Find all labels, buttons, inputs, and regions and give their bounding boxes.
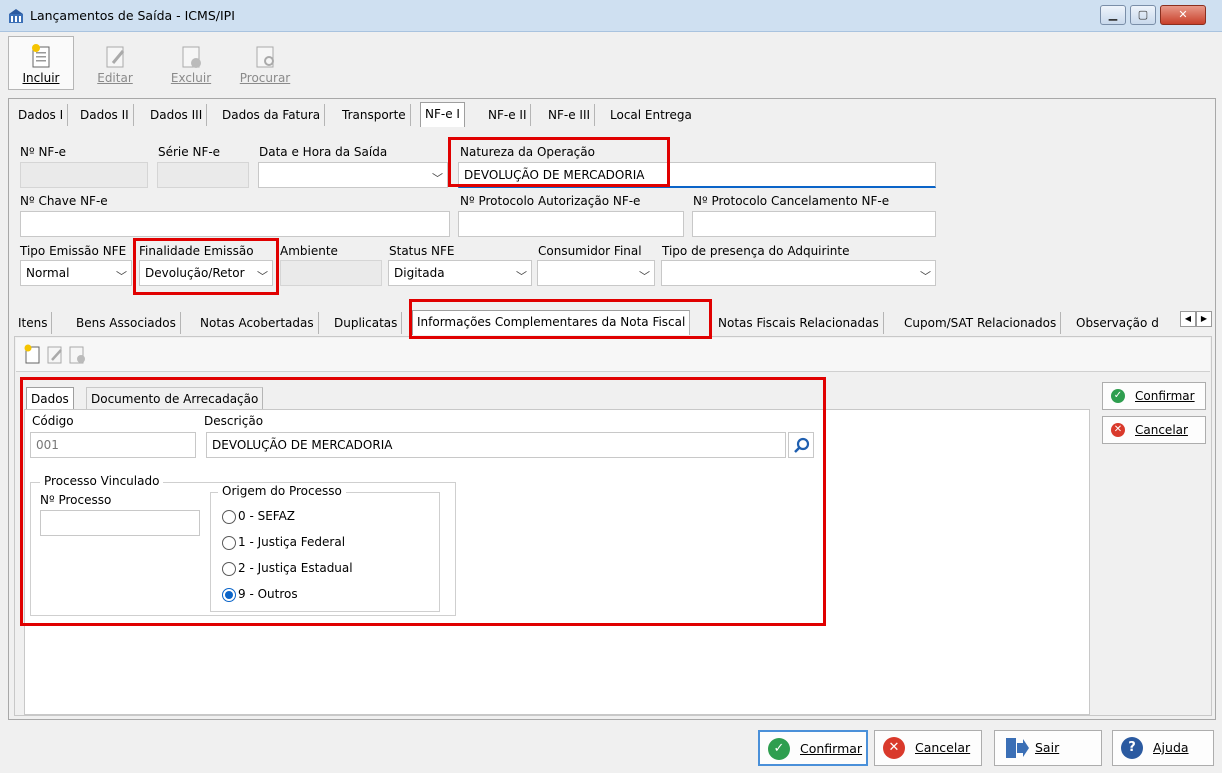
tab-nfe-iii[interactable]: NF-e III <box>544 104 596 126</box>
tab-bens-associados[interactable]: Bens Associados <box>72 312 181 334</box>
delete-record-icon[interactable] <box>68 344 86 364</box>
toolbar: Incluir Editar Excluir Procurar <box>0 32 1222 94</box>
delete-document-icon <box>182 46 201 68</box>
tab-transporte[interactable]: Transporte <box>338 104 411 126</box>
highlight-finalidade <box>133 238 279 295</box>
highlight-dados-panel <box>20 377 826 626</box>
tab-nfe-i[interactable]: NF-e I <box>420 102 465 127</box>
highlight-info-complementares-tab <box>409 299 712 339</box>
chevron-down-icon: ﹀ <box>920 270 931 283</box>
highlight-natureza <box>448 137 670 187</box>
tipo-emissao-select[interactable]: Normal ﹀ <box>20 260 132 286</box>
status-label: Status NFE <box>389 244 455 258</box>
editar-button[interactable]: Editar <box>82 36 148 90</box>
minimize-button[interactable]: ▁ <box>1100 5 1126 25</box>
procurar-button[interactable]: Procurar <box>232 36 298 90</box>
tab-scroll-right-button[interactable]: ▶ <box>1196 311 1212 327</box>
serie-nfe-label: Série NF-e <box>158 145 221 159</box>
close-button[interactable]: ✕ <box>1160 5 1206 25</box>
num-nfe-label: Nº NF-e <box>20 145 67 159</box>
chave-nfe-input[interactable] <box>20 211 450 237</box>
tab-scroll-left-button[interactable]: ◀ <box>1180 311 1196 327</box>
side-confirmar-label: Confirmar <box>1135 389 1195 403</box>
chave-nfe-label: Nº Chave NF-e <box>20 194 108 208</box>
cancelar-label: Cancelar <box>915 740 971 755</box>
tipo-emissao-label: Tipo Emissão NFE <box>20 244 127 258</box>
check-icon: ✓ <box>1111 389 1125 403</box>
excluir-button[interactable]: Excluir <box>158 36 224 90</box>
tab-dados-ii[interactable]: Dados II <box>76 104 134 126</box>
edit-record-icon[interactable] <box>46 344 64 364</box>
tab-cupom-sat[interactable]: Cupom/SAT Relacionados <box>900 312 1062 334</box>
excluir-label: Excluir <box>170 71 212 85</box>
ajuda-label: Ajuda <box>1153 740 1189 755</box>
tab-nf-relacionadas[interactable]: Notas Fiscais Relacionadas <box>714 312 884 334</box>
incluir-button[interactable]: Incluir <box>8 36 74 90</box>
tab-dados-i[interactable]: Dados I <box>14 104 69 126</box>
mini-toolbar <box>16 338 1210 372</box>
new-record-icon[interactable] <box>24 344 42 364</box>
tab-nfe-ii[interactable]: NF-e II <box>484 104 532 126</box>
prot-aut-label: Nº Protocolo Autorização NF-e <box>460 194 641 208</box>
title-bar: Lançamentos de Saída - ICMS/IPI ▁ ▢ ✕ <box>0 0 1222 32</box>
cancel-icon: ✕ <box>1111 423 1125 437</box>
ajuda-button[interactable]: ? Ajuda <box>1112 730 1214 766</box>
presenca-select[interactable]: ﹀ <box>661 260 936 286</box>
data-saida-label: Data e Hora da Saída <box>259 145 388 159</box>
maximize-button[interactable]: ▢ <box>1130 5 1156 25</box>
status-select[interactable]: Digitada ﹀ <box>388 260 532 286</box>
tab-dados-fatura[interactable]: Dados da Fatura <box>218 104 326 126</box>
search-document-icon <box>256 46 274 68</box>
app-icon <box>9 9 23 23</box>
consumidor-select[interactable]: ﹀ <box>537 260 655 286</box>
data-saida-select[interactable]: ﹀ <box>258 162 448 188</box>
help-icon: ? <box>1121 737 1143 759</box>
sair-button[interactable]: Sair <box>994 730 1102 766</box>
sair-label: Sair <box>1035 740 1060 755</box>
chevron-down-icon: ﹀ <box>516 270 527 283</box>
tipo-emissao-value: Normal <box>26 266 70 280</box>
tab-local-entrega[interactable]: Local Entrega <box>606 104 696 126</box>
ambiente-input[interactable] <box>280 260 382 286</box>
chevron-down-icon: ﹀ <box>116 270 127 283</box>
cancelar-button[interactable]: ✕ Cancelar <box>874 730 982 766</box>
cancel-icon: ✕ <box>883 737 905 759</box>
tab-duplicatas[interactable]: Duplicatas <box>330 312 403 334</box>
side-cancelar-label: Cancelar <box>1135 423 1188 437</box>
confirmar-button[interactable]: ✓ Confirmar <box>758 730 868 766</box>
prot-canc-input[interactable] <box>692 211 936 237</box>
status-value: Digitada <box>394 266 445 280</box>
ambiente-label: Ambiente <box>280 244 338 258</box>
incluir-label: Incluir <box>22 71 60 85</box>
tab-notas-acobertadas[interactable]: Notas Acobertadas <box>196 312 319 334</box>
tab-observacao[interactable]: Observação d <box>1072 312 1190 334</box>
consumidor-label: Consumidor Final <box>538 244 642 258</box>
serie-nfe-input[interactable] <box>157 162 249 188</box>
side-cancelar-button[interactable]: ✕ Cancelar <box>1102 416 1206 444</box>
num-nfe-input[interactable] <box>20 162 148 188</box>
confirmar-label: Confirmar <box>800 741 863 756</box>
chevron-down-icon: ﹀ <box>432 172 443 185</box>
side-confirmar-button[interactable]: ✓ Confirmar <box>1102 382 1206 410</box>
editar-label: Editar <box>97 71 133 85</box>
procurar-label: Procurar <box>239 71 291 85</box>
window-title: Lançamentos de Saída - ICMS/IPI <box>30 8 235 23</box>
tab-dados-iii[interactable]: Dados III <box>146 104 208 126</box>
presenca-label: Tipo de presença do Adquirinte <box>662 244 850 258</box>
edit-document-icon <box>106 46 125 68</box>
check-icon: ✓ <box>768 738 790 760</box>
prot-canc-label: Nº Protocolo Cancelamento NF-e <box>693 194 890 208</box>
exit-icon <box>1006 738 1029 758</box>
prot-aut-input[interactable] <box>458 211 684 237</box>
new-document-icon <box>32 44 50 68</box>
chevron-down-icon: ﹀ <box>639 270 650 283</box>
tab-itens[interactable]: Itens <box>14 312 53 334</box>
